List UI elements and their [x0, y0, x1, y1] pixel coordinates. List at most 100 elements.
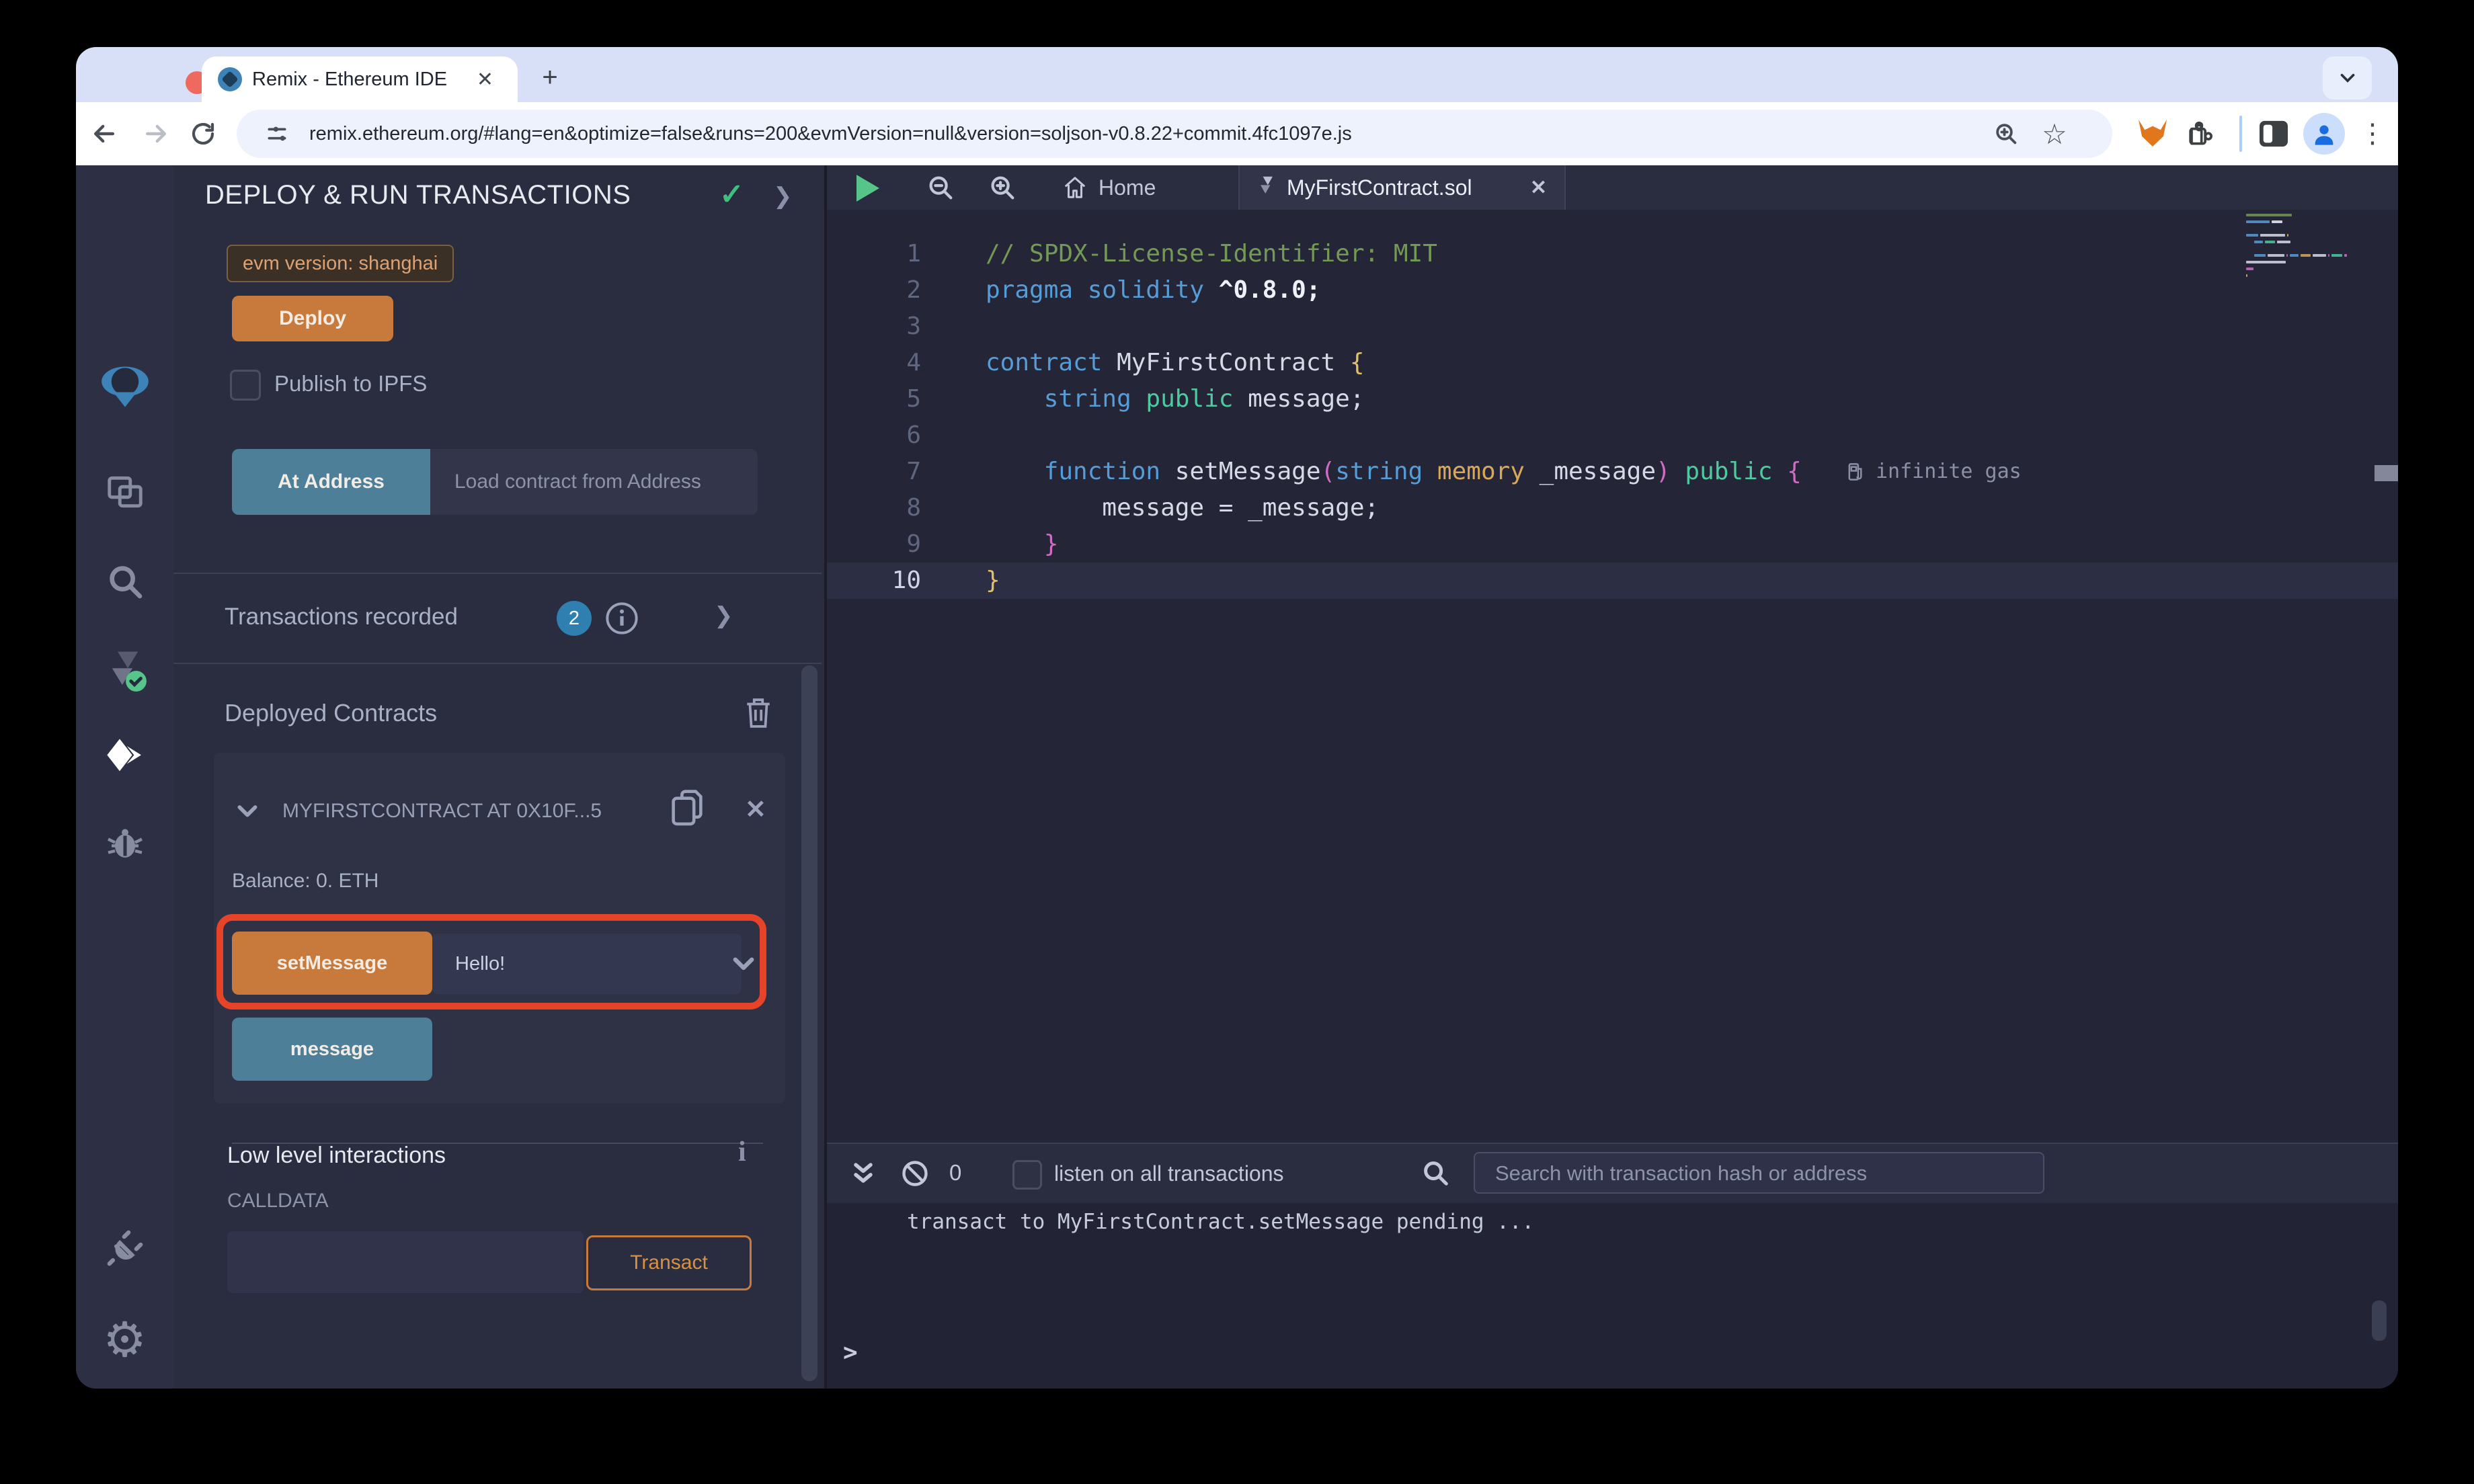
panel-scrollbar[interactable]: [801, 665, 817, 1381]
new-tab-button[interactable]: +: [531, 59, 569, 97]
code-line[interactable]: 4 contract MyFirstContract {: [827, 345, 2398, 381]
transactions-expand-chevron-icon[interactable]: ❯: [714, 602, 733, 629]
at-address-button[interactable]: At Address: [232, 449, 430, 515]
listen-count: 0: [949, 1160, 962, 1185]
clear-console-ban-icon[interactable]: [900, 1159, 930, 1192]
tab-title: Remix - Ethereum IDE: [252, 69, 448, 90]
extensions-puzzle-icon[interactable]: [2179, 114, 2219, 154]
tab-close-icon[interactable]: ✕: [477, 68, 493, 91]
code-editor[interactable]: 1// SPDX-License-Identifier: MIT 2 pragma …: [827, 236, 2398, 599]
reload-button[interactable]: [183, 114, 223, 154]
site-settings-icon[interactable]: [257, 114, 297, 154]
panel-expand-chevron-icon[interactable]: ❯: [773, 183, 793, 210]
deploy-run-icon[interactable]: [76, 735, 173, 778]
trash-icon[interactable]: [743, 695, 774, 733]
file-explorer-icon[interactable]: [76, 471, 173, 513]
calldata-input[interactable]: [227, 1231, 584, 1293]
deployed-contract-card: MYFIRSTCONTRACT AT 0X10F...5 ✕ Balance: …: [214, 753, 785, 1104]
collapse-terminal-icon[interactable]: [848, 1157, 878, 1193]
copy-address-icon[interactable]: [668, 788, 706, 833]
browser-tab[interactable]: Remix - Ethereum IDE ✕: [202, 56, 518, 102]
editor-pane: Home MyFirstContract.sol ✕ 1// SPDX-Lice…: [824, 165, 2398, 1389]
terminal-search-icon: [1420, 1157, 1451, 1192]
expand-args-chevron-icon[interactable]: [729, 949, 758, 981]
at-address-input[interactable]: Load contract from Address: [430, 449, 758, 515]
line-number: 4: [906, 349, 921, 376]
browser-window: Remix - Ethereum IDE ✕ + remix.ethereum.…: [76, 47, 2398, 1389]
code-line[interactable]: 6: [827, 417, 2398, 454]
code-line[interactable]: 5 string public message;: [827, 381, 2398, 417]
tab-home-label: Home: [1099, 175, 1156, 200]
plugin-manager-plug-icon[interactable]: [76, 1227, 173, 1269]
terminal-scrollbar-thumb[interactable]: [2372, 1301, 2387, 1341]
listen-all-checkbox[interactable]: [1012, 1160, 1042, 1190]
solidity-compiler-icon[interactable]: [76, 648, 173, 692]
search-icon[interactable]: [76, 561, 173, 602]
calldata-label: CALLDATA: [227, 1190, 329, 1212]
line-number: 10: [891, 567, 921, 594]
forward-arrow-icon: [145, 124, 167, 143]
message-getter-button[interactable]: message: [232, 1018, 432, 1081]
side-panel-button[interactable]: [2253, 114, 2294, 154]
editor-scrollbar-thumb[interactable]: [2375, 465, 2398, 481]
collapse-chevron-icon[interactable]: [234, 797, 261, 827]
profile-avatar[interactable]: [2303, 113, 2345, 155]
terminal: 0 listen on all transactions Search with…: [827, 1143, 2398, 1389]
code-line[interactable]: 8 message = _message;: [827, 490, 2398, 526]
low-level-info-icon[interactable]: i: [738, 1136, 746, 1168]
contract-name[interactable]: MYFIRSTCONTRACT AT 0X10F...5: [282, 800, 659, 823]
run-script-play-icon[interactable]: [856, 175, 879, 202]
editor-minimap[interactable]: [2246, 214, 2354, 281]
tab-file-label: MyFirstContract.sol: [1287, 175, 1472, 200]
transact-button[interactable]: Transact: [586, 1235, 752, 1290]
divider: [173, 573, 822, 574]
url-bar[interactable]: remix.ethereum.org/#lang=en&optimize=fal…: [237, 110, 2112, 158]
minimap-line: [2246, 214, 2354, 216]
line-number: 1: [906, 240, 921, 267]
url-text[interactable]: remix.ethereum.org/#lang=en&optimize=fal…: [309, 110, 1352, 158]
settings-gear-icon[interactable]: ⚙: [76, 1316, 173, 1364]
line-number: 5: [906, 385, 921, 413]
line-number: 7: [906, 458, 921, 485]
bookmark-star-icon[interactable]: ☆: [2034, 114, 2075, 154]
remove-contract-icon[interactable]: ✕: [745, 794, 766, 825]
terminal-search-input[interactable]: Search with transaction hash or address: [1474, 1152, 2044, 1194]
code-line[interactable]: 7 function setMessage(string memory _mes…: [827, 454, 2398, 490]
minimap-line: [2246, 267, 2354, 270]
line-number: 2: [906, 276, 921, 304]
zoom-in-icon[interactable]: [987, 172, 1018, 206]
code-line[interactable]: 2 pragma solidity ^0.8.0;: [827, 272, 2398, 308]
evm-version-badge: evm version: shanghai: [227, 245, 454, 282]
metamask-extension-icon[interactable]: [2139, 120, 2167, 147]
set-message-input[interactable]: [432, 934, 742, 994]
deploy-button[interactable]: Deploy: [232, 296, 393, 341]
tab-home[interactable]: Home: [1042, 165, 1176, 210]
deployed-contracts-title: Deployed Contracts: [225, 699, 438, 727]
contract-balance: Balance: 0. ETH: [232, 870, 379, 892]
tab-file[interactable]: MyFirstContract.sol ✕: [1238, 165, 1566, 210]
set-message-button[interactable]: setMessage: [232, 932, 432, 995]
tab-close-icon[interactable]: ✕: [1530, 176, 1547, 200]
zoom-out-icon[interactable]: [925, 172, 956, 206]
forward-button[interactable]: [136, 114, 176, 154]
code-line[interactable]: 3: [827, 308, 2398, 345]
line-number: 6: [906, 421, 921, 449]
info-icon[interactable]: [604, 601, 639, 639]
tab-search-button[interactable]: [2323, 56, 2372, 99]
listen-all-label[interactable]: listen on all transactions: [1054, 1161, 1284, 1186]
debugger-bug-icon[interactable]: [76, 824, 173, 864]
solidity-file-icon: [1261, 176, 1273, 194]
code-line[interactable]: 9 }: [827, 526, 2398, 563]
code-line[interactable]: 10}: [827, 563, 2398, 599]
divider: [173, 663, 822, 664]
transactions-count-badge: 2: [557, 601, 592, 636]
minimap-line: [2246, 234, 2354, 237]
terminal-prompt[interactable]: >: [843, 1339, 858, 1366]
zoom-page-button[interactable]: [1986, 114, 2026, 154]
publish-ipfs-label[interactable]: Publish to IPFS: [274, 371, 427, 397]
back-button[interactable]: [84, 114, 124, 154]
browser-menu-button[interactable]: ⋮: [2359, 112, 2386, 156]
publish-ipfs-checkbox[interactable]: [230, 370, 261, 401]
panel-title: DEPLOY & RUN TRANSACTIONS: [205, 180, 631, 210]
code-line[interactable]: 1// SPDX-License-Identifier: MIT: [827, 236, 2398, 272]
